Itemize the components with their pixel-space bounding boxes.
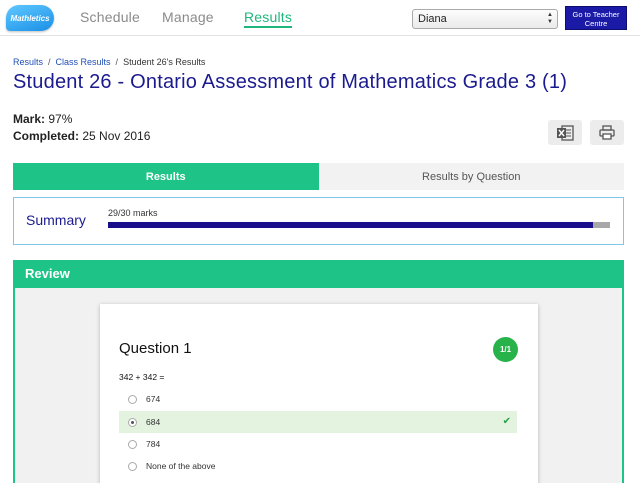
correct-check-icon: ✔	[502, 416, 511, 427]
answer-option-label: 674	[146, 394, 161, 404]
summary-panel: Summary 29/30 marks	[13, 197, 624, 245]
mark-value: 97%	[48, 112, 73, 126]
select-arrows-icon: ▲ ▼	[547, 12, 553, 25]
mark-line: Mark: 97%	[13, 112, 72, 126]
tab-results[interactable]: Results	[13, 163, 319, 190]
completed-line: Completed: 25 Nov 2016	[13, 129, 150, 143]
go-to-teacher-centre-button[interactable]: Go to Teacher Centre	[565, 6, 627, 30]
radio-icon	[128, 461, 137, 471]
answer-option-selected: 684 ✔	[119, 411, 517, 433]
answer-option-label: None of the above	[146, 461, 216, 471]
summary-label: Summary	[26, 212, 86, 228]
answer-option-label: 784	[146, 439, 161, 449]
results-tabs: Results Results by Question	[13, 163, 624, 190]
excel-export-icon	[557, 124, 574, 141]
excel-export-button[interactable]	[548, 120, 582, 145]
tab-results-by-question[interactable]: Results by Question	[318, 163, 624, 190]
nav-schedule[interactable]: Schedule	[80, 9, 140, 25]
completed-label: Completed:	[13, 129, 79, 143]
breadcrumb: Results / Class Results / Student 26's Resul…	[13, 57, 206, 67]
radio-selected-icon	[128, 417, 137, 427]
print-button[interactable]	[590, 120, 624, 145]
radio-icon	[128, 394, 137, 404]
question-score-badge: 1/1	[493, 337, 518, 362]
breadcrumb-current: Student 26's Results	[123, 57, 206, 67]
mark-label: Mark:	[13, 112, 46, 126]
question-prompt: 342 + 342 =	[119, 372, 165, 382]
question-title: Question 1	[119, 340, 192, 357]
nav-results[interactable]: Results	[244, 9, 293, 28]
nav-manage[interactable]: Manage	[162, 9, 214, 25]
answer-option: None of the above	[119, 455, 517, 477]
page-title: Student 26 - Ontario Assessment of Mathe…	[13, 71, 568, 93]
answer-option: 674	[119, 388, 517, 410]
completed-value: 25 Nov 2016	[82, 129, 151, 143]
radio-icon	[128, 439, 137, 449]
top-navigation-bar: Mathletics Schedule Manage Results Diana…	[0, 0, 640, 36]
breadcrumb-class-results[interactable]: Class Results	[56, 57, 111, 67]
answer-option: 784	[119, 433, 517, 455]
summary-marks: 29/30 marks	[108, 208, 158, 218]
question-card: Question 1 1/1 342 + 342 = 674 684 ✔ 784…	[100, 304, 538, 483]
answer-option-label: 684	[146, 417, 161, 427]
review-header: Review	[13, 260, 624, 288]
student-select[interactable]: Diana ▲ ▼	[412, 9, 558, 29]
mathletics-logo[interactable]: Mathletics	[6, 5, 54, 31]
breadcrumb-results[interactable]: Results	[13, 57, 43, 67]
print-icon	[599, 125, 615, 140]
marks-progress-bar	[108, 222, 610, 228]
student-select-value: Diana	[418, 13, 447, 25]
marks-progress-fill	[108, 222, 594, 228]
